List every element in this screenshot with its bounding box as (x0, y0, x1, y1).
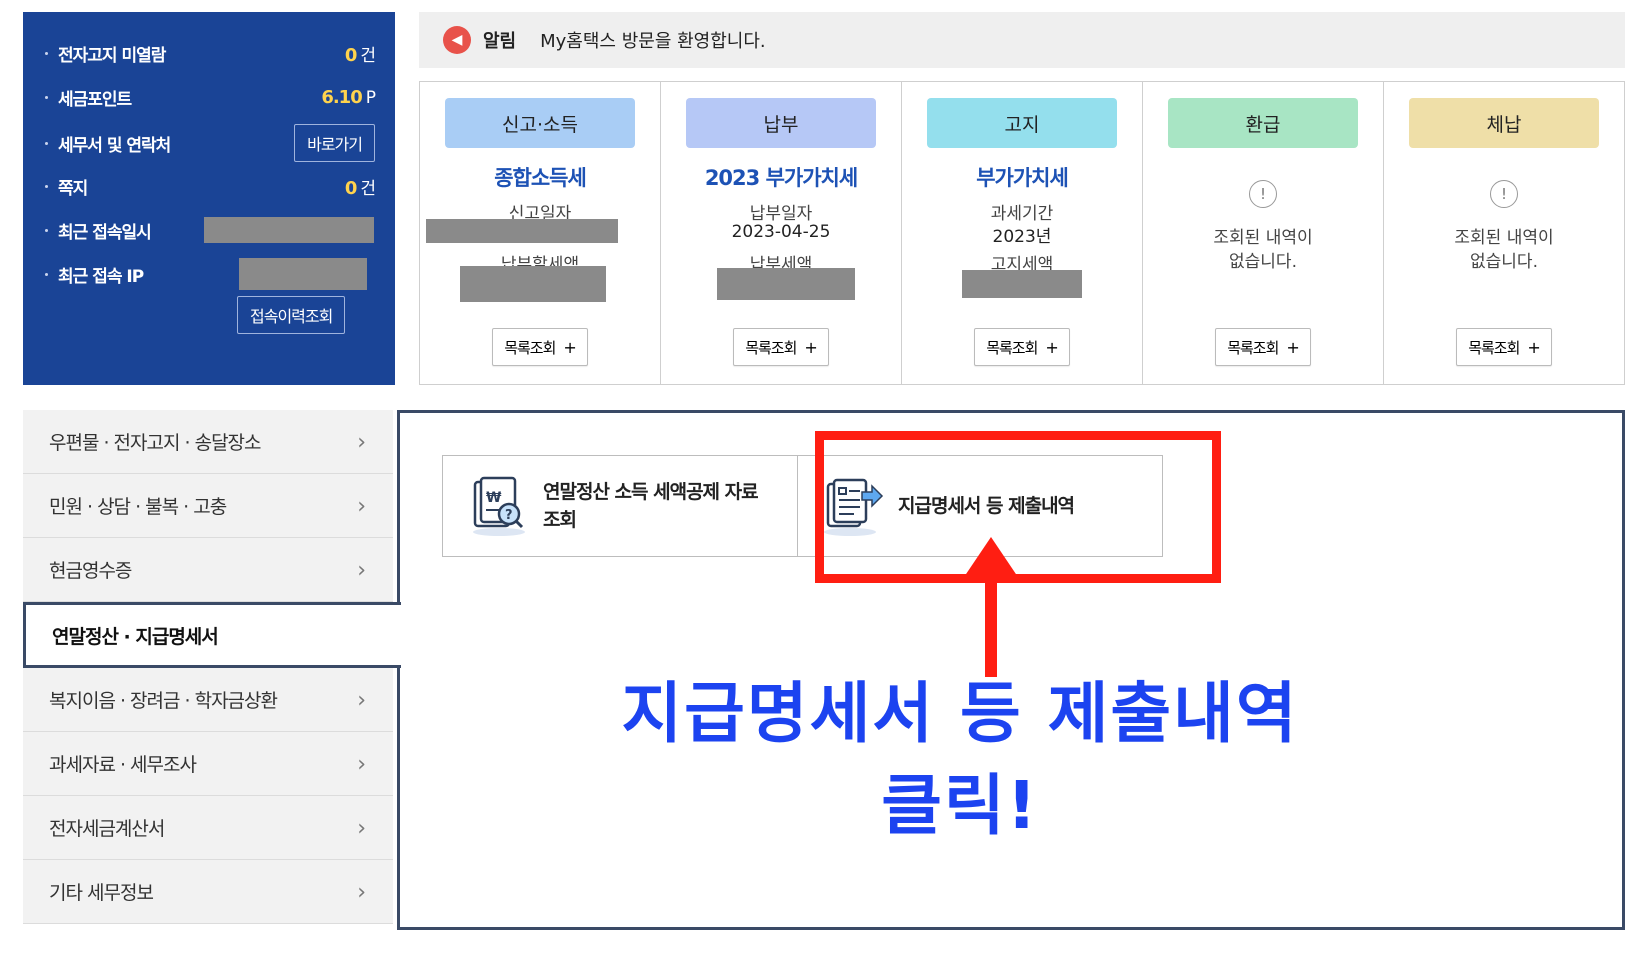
unread-notice-label: 전자고지 미열람 (58, 45, 166, 66)
plus-icon: + (804, 337, 817, 357)
list-view-button[interactable]: 목록조회 + (733, 328, 829, 366)
tax-point-row: 세금포인트 6.10 P (45, 82, 376, 112)
card-header: 고지 (927, 98, 1117, 148)
redacted-value (460, 266, 606, 302)
bullet-icon (45, 95, 48, 99)
empty-message: 조회된 내역이 없습니다. (1454, 228, 1554, 272)
unread-notice-row: 전자고지 미열람 0건 (45, 38, 376, 68)
alert-icon: ! (1490, 180, 1518, 208)
user-info-panel: 전자고지 미열람 0건 세금포인트 6.10 P 세무서 및 연락처 바로가기 쪽… (23, 12, 395, 385)
plus-icon: + (1527, 337, 1540, 357)
card-sub-label: 과세기간 (990, 204, 1054, 224)
bullet-icon (45, 272, 48, 276)
tax-office-label: 세무서 및 연락처 (58, 135, 171, 156)
svg-text:₩: ₩ (486, 490, 502, 506)
card-main-title[interactable]: 2023 부가가치세 (661, 162, 901, 192)
chevron-right-icon: › (357, 688, 366, 713)
chevron-right-icon: › (357, 752, 366, 777)
menu-item-tax-audit[interactable]: 과세자료 · 세무조사 › (23, 732, 393, 796)
card-main-title[interactable]: 종합소득세 (420, 162, 660, 192)
menu-item-year-end-settlement[interactable]: 연말정산 · 지급명세서 (23, 602, 401, 668)
tax-point-label: 세금포인트 (58, 89, 132, 110)
card-date: 2023년 (992, 227, 1052, 247)
card-payment: 납부 2023 부가가치세 납부일자 2023-04-25 납부세액 목록조회 + (661, 82, 902, 384)
svg-text:?: ? (505, 508, 513, 523)
unread-notice-count[interactable]: 0건 (345, 41, 376, 66)
click-instruction-line2: 클릭! (881, 767, 1039, 844)
redacted-value (717, 268, 855, 300)
megaphone-icon: ◀ (443, 26, 471, 54)
card-main-title[interactable]: 부가가치세 (902, 162, 1142, 192)
menu-item-other-tax-info[interactable]: 기타 세무정보 › (23, 860, 393, 924)
notice-message: My홈택스 방문을 환영합니다. (540, 31, 766, 52)
deduction-data-tile[interactable]: ₩ ? 연말정산 소득 세액공제 자료 조회 (442, 455, 798, 557)
redacted-value (962, 270, 1082, 298)
redacted-value (426, 219, 618, 243)
notice-bar: ◀ 알림 My홈택스 방문을 환영합니다. (419, 12, 1625, 68)
status-cards: 신고·소득 종합소득세 신고일자 납부할세액 목록조회 + 납부 2023 부가가… (419, 81, 1625, 385)
click-instruction: 지급명세서 등 제출내역 클릭! (560, 668, 1360, 852)
redacted-last-ip (239, 258, 367, 290)
menu-item-e-tax-invoice[interactable]: 전자세금계산서 › (23, 796, 393, 860)
login-history-button[interactable]: 접속이력조회 (237, 296, 346, 334)
click-instruction-line1: 지급명세서 등 제출내역 (621, 675, 1299, 752)
chevron-right-icon: › (357, 558, 366, 583)
bullet-icon (45, 228, 48, 232)
message-label: 쪽지 (58, 178, 88, 199)
plus-icon: + (1045, 337, 1058, 357)
document-search-icon: ₩ ? (473, 476, 525, 536)
arrow-up-icon (960, 537, 1022, 677)
menu-item-mail-notice[interactable]: 우편물 · 전자고지 · 송달장소 › (23, 410, 393, 474)
message-row: 쪽지 0건 (45, 171, 376, 201)
plus-icon: + (563, 337, 576, 357)
bullet-icon (45, 51, 48, 55)
card-header: 환급 (1168, 98, 1358, 148)
redacted-last-login (204, 217, 374, 243)
deduction-data-label: 연말정산 소득 세액공제 자료 조회 (543, 481, 759, 531)
card-sub-label: 납부일자 (749, 204, 813, 224)
list-view-button[interactable]: 목록조회 + (492, 328, 588, 366)
list-view-button[interactable]: 목록조회 + (974, 328, 1070, 366)
card-notice: 고지 부가가치세 과세기간 2023년 고지세액 목록조회 + (902, 82, 1143, 384)
card-header: 납부 (686, 98, 876, 148)
card-arrears: 체납 ! 조회된 내역이 없습니다. 목록조회 + (1384, 82, 1624, 384)
menu-item-welfare[interactable]: 복지이음 · 장려금 · 학자금상환 › (23, 668, 393, 732)
plus-icon: + (1286, 337, 1299, 357)
menu-item-civil-complaint[interactable]: 민원 · 상담 · 불복 · 고충 › (23, 474, 393, 538)
chevron-right-icon: › (357, 880, 366, 905)
tax-point-value[interactable]: 6.10 P (321, 87, 376, 108)
message-count[interactable]: 0건 (345, 174, 376, 199)
bullet-icon (45, 141, 48, 145)
card-date: 2023-04-25 (731, 222, 831, 242)
notice-title: 알림 (483, 31, 517, 52)
chevron-right-icon: › (357, 494, 366, 519)
card-refund: 환급 ! 조회된 내역이 없습니다. 목록조회 + (1143, 82, 1384, 384)
bullet-icon (45, 184, 48, 188)
side-menu: 우편물 · 전자고지 · 송달장소 › 민원 · 상담 · 불복 · 고충 › 현금… (23, 410, 401, 930)
chevron-right-icon: › (357, 816, 366, 841)
tax-office-row: 세무서 및 연락처 바로가기 (45, 124, 375, 162)
chevron-right-icon: › (357, 430, 366, 455)
card-header: 체납 (1409, 98, 1599, 148)
list-view-button[interactable]: 목록조회 + (1215, 328, 1311, 366)
list-view-button[interactable]: 목록조회 + (1456, 328, 1552, 366)
alert-icon: ! (1249, 180, 1277, 208)
card-report-income: 신고·소득 종합소득세 신고일자 납부할세액 목록조회 + (420, 82, 661, 384)
menu-item-cash-receipt[interactable]: 현금영수증 › (23, 538, 393, 602)
shortcut-button[interactable]: 바로가기 (294, 124, 375, 162)
empty-message: 조회된 내역이 없습니다. (1213, 228, 1313, 272)
card-header: 신고·소득 (445, 98, 635, 148)
